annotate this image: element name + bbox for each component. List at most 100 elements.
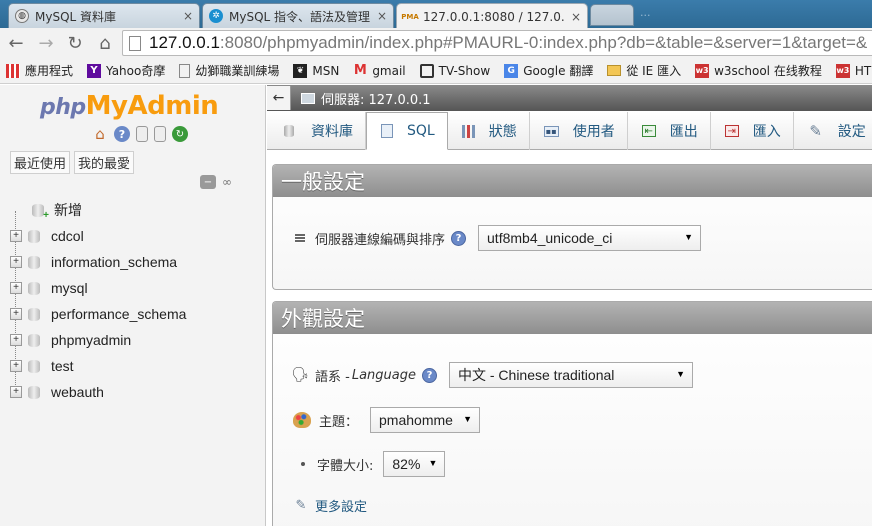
- bookmark-tv-show[interactable]: TV-Show: [419, 63, 491, 78]
- favorite-tables-button[interactable]: 我的最愛: [74, 151, 135, 174]
- collapse-nav-arrow-icon[interactable]: ←: [267, 86, 291, 110]
- top-menu-tabs: 資料庫 SQL 狀態 ▪▪ 使用者 ⇤ 匯出 ⇥ 匯入 ✎ 設定: [267, 112, 872, 150]
- expand-icon[interactable]: +: [10, 386, 22, 398]
- language-select[interactable]: 中文 - Chinese traditional ▼: [448, 362, 693, 388]
- page-icon: [179, 63, 191, 78]
- sql-icon: [381, 124, 393, 138]
- expand-icon[interactable]: +: [10, 256, 22, 268]
- tab-import[interactable]: ⇥ 匯入: [711, 112, 794, 150]
- font-size-label: 字體大小:: [317, 458, 374, 474]
- bookmark-w3school[interactable]: w3 w3school 在线教程: [695, 62, 822, 79]
- bookmark-ie-import[interactable]: 從 IE 匯入: [607, 62, 681, 79]
- tree-item-test[interactable]: + test: [0, 353, 266, 379]
- tree-item-mysql[interactable]: + mysql: [0, 275, 266, 301]
- back-arrow-icon[interactable]: ←: [4, 31, 28, 55]
- font-size-select[interactable]: 82% ▼: [383, 451, 446, 477]
- expand-icon[interactable]: +: [10, 334, 22, 346]
- tree-item-phpmyadmin[interactable]: + phpmyadmin: [0, 327, 266, 353]
- bookmark-yahoo[interactable]: Y Yahoo奇摩: [87, 62, 165, 79]
- tree-item-new[interactable]: 新增: [0, 197, 266, 223]
- tree-item-label: test: [51, 358, 74, 374]
- theme-select[interactable]: pmahomme ▼: [370, 407, 481, 433]
- yahoo-icon: Y: [87, 63, 102, 78]
- bookmark-google-translate[interactable]: G Google 翻譯: [504, 62, 593, 79]
- home-icon[interactable]: ⌂: [92, 125, 108, 143]
- bookmark-apps[interactable]: 應用程式: [6, 62, 73, 79]
- more-settings-link[interactable]: 更多設定: [315, 496, 367, 515]
- browser-tab-mysql-commands[interactable]: ✲ MySQL 指令、語法及管理 ×: [202, 3, 394, 28]
- collation-row: 伺服器連線編碼與排序 ? utf8mb4_unicode_ci ▼: [295, 225, 702, 251]
- settings-icon[interactable]: [154, 126, 166, 142]
- tree-item-label: phpmyadmin: [51, 332, 132, 348]
- expand-icon[interactable]: +: [10, 360, 22, 372]
- export-icon: ⇤: [641, 125, 656, 137]
- tab-users[interactable]: ▪▪ 使用者: [530, 112, 628, 150]
- tab-label: 使用者: [572, 124, 615, 140]
- nav-icon-row: ⌂ ? ↻: [92, 125, 188, 143]
- tree-item-cdcol[interactable]: + cdcol: [0, 223, 266, 249]
- breadcrumb[interactable]: 伺服器: 127.0.0.1: [321, 89, 431, 108]
- bookmark-msn[interactable]: ❦ MSN: [293, 63, 340, 78]
- database-icon: [28, 307, 40, 321]
- tab-settings[interactable]: ✎ 設定: [794, 112, 872, 150]
- server-icon: [301, 92, 315, 104]
- tab-sql[interactable]: SQL: [366, 112, 448, 150]
- status-icon: [461, 124, 475, 138]
- tab-export[interactable]: ⇤ 匯出: [628, 112, 711, 150]
- new-tab-button[interactable]: [590, 4, 634, 26]
- expand-icon[interactable]: +: [10, 282, 22, 294]
- bookmark-ht[interactable]: w3 HT: [835, 63, 871, 78]
- bookmark-label: 從 IE 匯入: [626, 64, 682, 78]
- forward-arrow-icon[interactable]: →: [34, 31, 58, 55]
- help-icon[interactable]: ?: [421, 367, 437, 383]
- database-icon: [28, 255, 40, 269]
- language-label-en: Language: [351, 367, 416, 383]
- reload-icon[interactable]: ↻: [63, 31, 87, 55]
- database-icon: [28, 359, 40, 373]
- documentation-icon[interactable]: [136, 126, 148, 142]
- browser-tab-phpmyadmin[interactable]: PMA 127.0.0.1:8080 / 127.0.0. ×: [396, 3, 588, 29]
- language-icon: 🗣: [291, 367, 309, 383]
- close-icon[interactable]: ×: [377, 9, 387, 23]
- tree-item-label: mysql: [51, 280, 88, 296]
- close-icon[interactable]: ×: [183, 9, 193, 23]
- address-bar[interactable]: 127.0.0.1:8080/phpmyadmin/index.php#PMAU…: [122, 30, 872, 56]
- expand-icon[interactable]: +: [10, 308, 22, 320]
- apps-grid-icon: [6, 63, 20, 78]
- tree-item-label: webauth: [51, 384, 104, 400]
- tree-item-label: performance_schema: [51, 306, 187, 322]
- logo-myadmin-text: MyAdmin: [85, 91, 219, 121]
- tv-icon: [419, 63, 434, 78]
- font-size-value: 82%: [392, 456, 421, 472]
- bookmark-training[interactable]: 幼獅職業訓練場: [179, 62, 279, 79]
- recent-tables-button[interactable]: 最近使用: [10, 151, 71, 174]
- collation-select[interactable]: utf8mb4_unicode_ci ▼: [478, 225, 702, 251]
- language-value: 中文 - Chinese traditional: [457, 367, 615, 383]
- expand-icon[interactable]: +: [10, 230, 22, 242]
- close-icon[interactable]: ×: [571, 10, 581, 24]
- tab-status[interactable]: 狀態: [448, 112, 530, 150]
- bookmark-label: TV-Show: [438, 63, 491, 78]
- browser-tab-mysql-database[interactable]: ◍ MySQL 資料庫 ×: [8, 3, 200, 28]
- collapse-all-icon[interactable]: −: [200, 175, 216, 189]
- tab-databases[interactable]: 資料庫: [267, 112, 366, 150]
- collation-value: utf8mb4_unicode_ci: [487, 230, 613, 246]
- tree-item-webauth[interactable]: + webauth: [0, 379, 266, 405]
- browser-tab-strip: ◍ MySQL 資料庫 × ✲ MySQL 指令、語法及管理 × PMA 127…: [0, 0, 872, 29]
- bookmark-gmail[interactable]: M gmail: [353, 63, 406, 78]
- bookmark-label: gmail: [372, 63, 406, 78]
- pma-icon: PMA: [401, 12, 419, 21]
- tree-item-performance-schema[interactable]: + performance_schema: [0, 301, 266, 327]
- tree-item-information-schema[interactable]: + information_schema: [0, 249, 266, 275]
- phpmyadmin-logo[interactable]: phpMyAdmin: [40, 91, 219, 121]
- new-database-icon: [32, 203, 49, 221]
- main-panel: ← 伺服器: 127.0.0.1 資料庫 SQL 狀態 ▪▪ 使用者 ⇤ 匯出 …: [267, 85, 872, 526]
- help-icon[interactable]: ?: [451, 230, 467, 246]
- help-icon[interactable]: ?: [114, 126, 130, 142]
- reload-icon[interactable]: ↻: [172, 126, 188, 142]
- bookmark-label: MSN: [312, 63, 340, 78]
- link-icon[interactable]: ∞: [219, 175, 235, 189]
- breadcrumb-bar: ← 伺服器: 127.0.0.1: [267, 85, 872, 111]
- tab-label: SQL: [407, 123, 435, 139]
- home-icon[interactable]: ⌂: [93, 31, 117, 55]
